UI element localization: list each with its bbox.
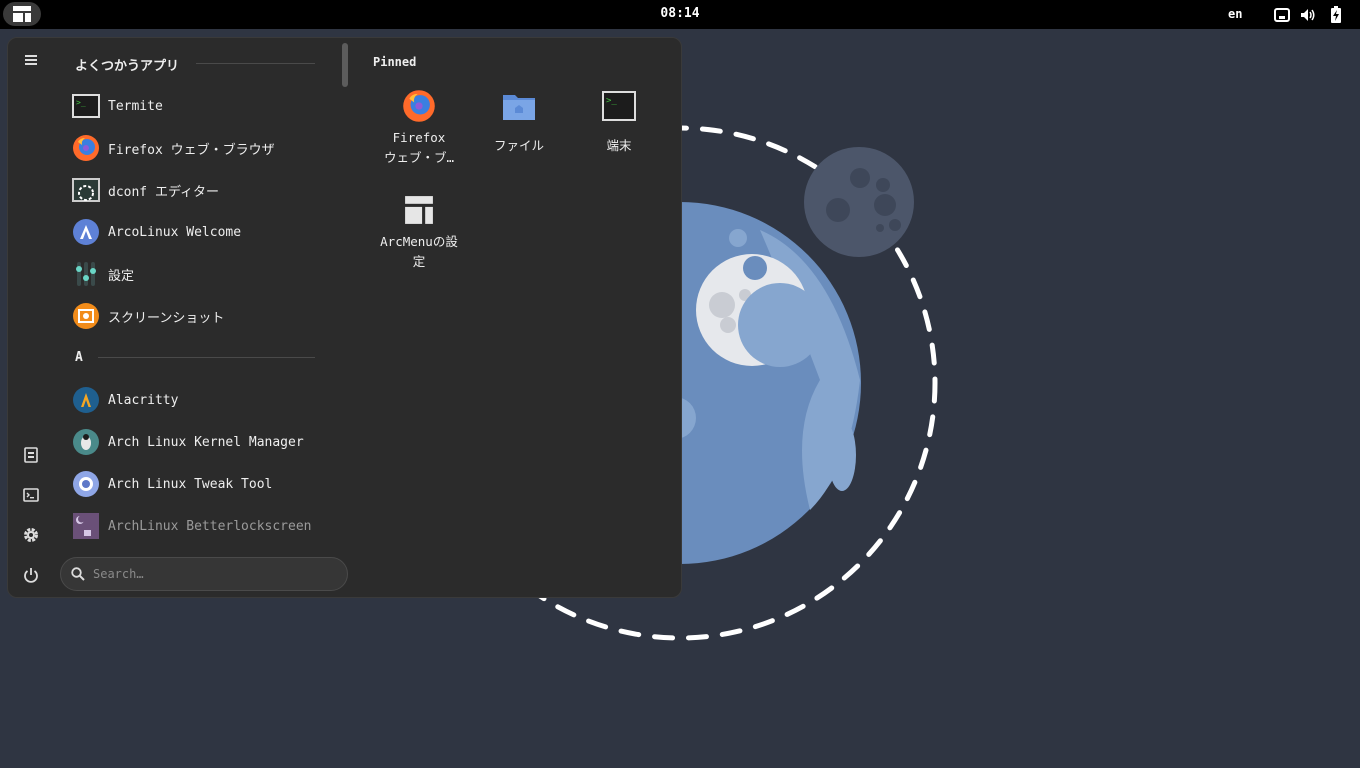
terminal-icon: >_ — [72, 92, 100, 120]
arcmenu-popup: よくつかうアプリ >_ Termite Firefox ウェブ・ブラウザ dco… — [7, 37, 682, 598]
pinned-title: Pinned — [373, 55, 417, 69]
arcolinux-icon — [72, 218, 100, 246]
tweak-tool-icon — [72, 470, 100, 498]
app-item-tweak-tool[interactable]: Arch Linux Tweak Tool — [66, 466, 326, 502]
search-box[interactable] — [60, 557, 348, 591]
lockscreen-icon — [72, 512, 100, 540]
pinned-label: Firefox ウェブ・ブ… — [383, 130, 455, 165]
search-input[interactable] — [91, 566, 325, 582]
app-item-termite[interactable]: >_ Termite — [66, 88, 326, 124]
pinned-arcmenu-settings[interactable]: ArcMenuの設定 — [371, 184, 467, 280]
app-item-firefox[interactable]: Firefox ウェブ・ブラウザ — [66, 130, 326, 166]
arcmenu-settings-icon — [401, 192, 437, 228]
alacritty-icon — [72, 386, 100, 414]
pinned-files[interactable]: ファイル — [471, 80, 567, 176]
firefox-icon — [401, 88, 437, 124]
volume-icon[interactable] — [1300, 6, 1316, 23]
settings-gear-icon — [24, 528, 38, 542]
screenshot-icon — [72, 302, 100, 330]
keyboard-layout-indicator[interactable]: en — [1228, 7, 1242, 21]
top-panel: 08:14 en — [0, 0, 1360, 29]
pinned-label: 端末 — [606, 138, 632, 153]
firefox-icon — [72, 134, 100, 162]
power-button[interactable] — [19, 563, 43, 587]
hamburger-menu-button[interactable] — [19, 48, 43, 72]
clock[interactable]: 08:14 — [0, 6, 1360, 21]
letter-a-header: A — [75, 350, 83, 365]
pinned-label: ArcMenuの設定 — [380, 234, 458, 269]
settings-button[interactable] — [19, 523, 43, 547]
divider — [98, 357, 315, 358]
search-icon — [71, 567, 85, 581]
svg-text:>_: >_ — [76, 98, 86, 107]
network-icon[interactable] — [1274, 6, 1290, 23]
app-item-alacritty[interactable]: Alacritty — [66, 382, 326, 418]
app-item-dconf-editor[interactable]: dconf エディター — [66, 172, 326, 208]
pinned-firefox[interactable]: Firefox ウェブ・ブ… — [371, 80, 467, 176]
terminal-icon — [23, 488, 39, 502]
app-list-scrollbar[interactable] — [342, 43, 348, 87]
settings-sliders-icon — [72, 260, 100, 288]
divider — [196, 63, 315, 64]
power-icon — [24, 568, 38, 583]
document-icon — [24, 447, 38, 463]
dconf-editor-icon — [72, 176, 100, 204]
folder-icon — [501, 88, 537, 124]
battery-charging-icon[interactable] — [1328, 6, 1344, 23]
pinned-terminal[interactable]: >_ 端末 — [571, 80, 667, 176]
terminal-button[interactable] — [19, 483, 43, 507]
app-item-settings[interactable]: 設定 — [66, 256, 326, 292]
svg-text:>_: >_ — [606, 96, 617, 106]
pinned-label: ファイル — [493, 138, 544, 153]
app-item-arcolinux-welcome[interactable]: ArcoLinux Welcome — [66, 214, 326, 250]
app-item-betterlockscreen[interactable]: ArchLinux Betterlockscreen — [66, 508, 326, 544]
app-item-kernel-manager[interactable]: Arch Linux Kernel Manager — [66, 424, 326, 460]
frequent-apps-header: よくつかうアプリ — [75, 59, 180, 74]
terminal-icon: >_ — [601, 88, 637, 124]
kernel-manager-icon — [72, 428, 100, 456]
documents-button[interactable] — [19, 443, 43, 467]
app-item-screenshot[interactable]: スクリーンショット — [66, 298, 326, 334]
hamburger-icon — [25, 55, 37, 65]
